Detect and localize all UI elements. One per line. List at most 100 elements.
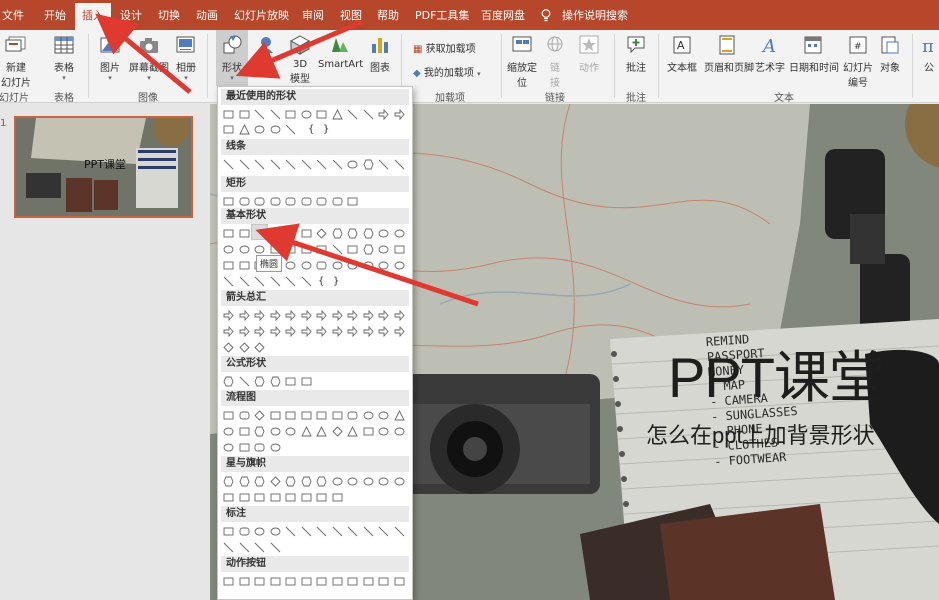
shapes-button[interactable]: 形状 ▾ — [216, 30, 248, 86]
shape-option[interactable] — [285, 326, 296, 337]
shape-option[interactable] — [254, 244, 265, 255]
shape-option[interactable] — [301, 410, 312, 421]
shape-option[interactable] — [394, 476, 405, 487]
shape-option[interactable] — [332, 260, 343, 271]
shape-option[interactable] — [285, 410, 296, 421]
shape-option[interactable] — [223, 426, 234, 437]
shape-option[interactable] — [270, 376, 281, 387]
icons-button[interactable]: 标 — [255, 34, 277, 74]
shape-option[interactable] — [332, 576, 343, 587]
shape-option[interactable] — [254, 442, 265, 453]
shape-option[interactable] — [316, 410, 327, 421]
shape-option[interactable] — [378, 109, 389, 120]
brace-shape[interactable]: { — [308, 124, 319, 135]
shape-option[interactable] — [223, 124, 234, 135]
shape-option[interactable] — [301, 310, 312, 321]
shape-option[interactable] — [223, 244, 234, 255]
shape-option[interactable] — [332, 410, 343, 421]
shape-option[interactable] — [223, 542, 234, 553]
shape-option[interactable] — [254, 124, 265, 135]
shape-option[interactable] — [270, 492, 281, 503]
shape-option[interactable] — [332, 326, 343, 337]
shape-option[interactable] — [347, 159, 358, 170]
shape-option[interactable] — [270, 576, 281, 587]
shape-option[interactable] — [239, 196, 250, 207]
get-addins-button[interactable]: ▦ 获取加载项 — [413, 40, 476, 55]
shape-option[interactable] — [332, 228, 343, 239]
date-time-button[interactable]: 日期和时间 — [789, 34, 839, 74]
shape-option[interactable] — [270, 124, 281, 135]
slide-thumbnail[interactable]: PPT课堂 — [14, 116, 193, 218]
shape-option[interactable] — [301, 228, 312, 239]
shape-option[interactable] — [301, 109, 312, 120]
shape-option[interactable] — [347, 426, 358, 437]
shape-option[interactable] — [270, 442, 281, 453]
tab-review[interactable]: 审阅 — [302, 8, 324, 26]
textbox-button[interactable]: A 文本框 — [664, 34, 700, 74]
shape-option[interactable] — [285, 159, 296, 170]
shape-option[interactable] — [239, 476, 250, 487]
shape-option[interactable] — [285, 109, 296, 120]
new-slide-button[interactable]: 新建 幻灯片 — [0, 34, 35, 89]
shape-option[interactable] — [285, 124, 296, 135]
shape-option[interactable] — [363, 476, 374, 487]
shape-option[interactable] — [285, 426, 296, 437]
shape-option[interactable] — [239, 109, 250, 120]
shape-option[interactable] — [239, 542, 250, 553]
shape-option[interactable] — [270, 196, 281, 207]
shape-option[interactable] — [254, 526, 265, 537]
shape-option[interactable] — [316, 326, 327, 337]
shape-option[interactable] — [223, 410, 234, 421]
shape-option[interactable] — [316, 526, 327, 537]
chart-button[interactable]: 图表 — [368, 34, 392, 74]
tab-view[interactable]: 视图 — [340, 8, 362, 26]
shape-option[interactable] — [254, 326, 265, 337]
shape-option[interactable] — [332, 310, 343, 321]
shape-option[interactable] — [239, 492, 250, 503]
shape-option[interactable] — [285, 276, 296, 287]
table-button[interactable]: 表格 ▾ — [52, 34, 76, 82]
shape-option[interactable] — [239, 260, 250, 271]
shape-option[interactable] — [254, 542, 265, 553]
shape-option[interactable] — [239, 442, 250, 453]
shape-option[interactable] — [378, 244, 389, 255]
shape-option[interactable] — [393, 410, 405, 421]
screenshot-button[interactable]: 屏幕截图 ▾ — [127, 34, 171, 82]
shape-option[interactable] — [270, 542, 281, 553]
shape-option[interactable] — [238, 342, 250, 353]
3d-models-button[interactable]: 3D 模型 — [286, 34, 314, 85]
shape-option[interactable] — [316, 228, 327, 239]
shape-option[interactable] — [270, 526, 281, 537]
link-button[interactable]: 链 接 — [544, 34, 566, 89]
shape-option[interactable] — [301, 276, 312, 287]
shape-option[interactable] — [347, 228, 358, 239]
shape-option[interactable] — [394, 244, 405, 255]
shape-option[interactable] — [363, 426, 374, 437]
shape-option[interactable] — [239, 244, 250, 255]
shape-option[interactable] — [347, 410, 358, 421]
equation-button[interactable]: π 公 — [918, 34, 939, 74]
brace-shape[interactable]: } — [323, 124, 334, 135]
shape-option[interactable] — [332, 476, 343, 487]
shape-option[interactable] — [254, 196, 265, 207]
shape-option[interactable] — [223, 159, 234, 170]
slide-subtitle[interactable]: 怎么在ppt上加背景形状 — [646, 418, 875, 450]
shape-option[interactable] — [223, 260, 234, 271]
shape-option[interactable] — [332, 244, 343, 255]
shape-option[interactable] — [270, 426, 281, 437]
shape-option[interactable] — [363, 526, 374, 537]
tab-insert[interactable]: 插入 — [75, 3, 111, 30]
picture-button[interactable]: 图片 ▾ — [98, 34, 122, 82]
shape-option[interactable] — [347, 260, 358, 271]
shape-option[interactable] — [223, 576, 234, 587]
shape-option[interactable] — [254, 492, 265, 503]
shape-option[interactable] — [394, 326, 405, 337]
shape-option[interactable] — [254, 426, 265, 437]
tab-slideshow[interactable]: 幻灯片放映 — [234, 8, 289, 26]
shape-option[interactable] — [270, 276, 281, 287]
shape-option[interactable] — [378, 426, 389, 437]
shape-option[interactable] — [363, 310, 374, 321]
shape-option[interactable] — [347, 476, 358, 487]
oval-shape-hover[interactable] — [251, 224, 268, 240]
tab-design[interactable]: 设计 — [120, 8, 142, 26]
